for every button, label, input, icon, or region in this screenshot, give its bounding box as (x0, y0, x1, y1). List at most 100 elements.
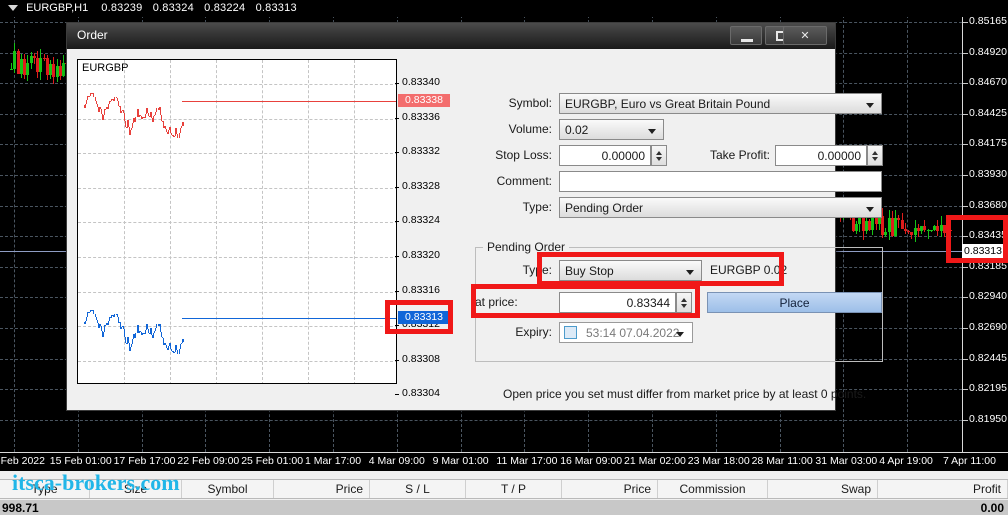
tick-line-segment (120, 327, 122, 329)
expiry-checkbox[interactable] (564, 326, 577, 339)
mini-tick-mark (395, 83, 399, 84)
candle-body (39, 57, 43, 73)
tick-line-segment (132, 338, 134, 344)
mini-grid-line-vertical (354, 60, 355, 383)
column-header[interactable]: Swap (768, 480, 878, 498)
time-axis-tick: 1 Mar 17:00 (305, 455, 362, 467)
axis-tick-mark (963, 328, 968, 329)
candle-wick (898, 215, 900, 228)
tick-line-segment (85, 320, 87, 325)
candle-body (26, 62, 30, 75)
mini-price-tick: 0.83304 (402, 387, 440, 400)
stepper-down-icon[interactable] (872, 157, 878, 161)
chevron-down-icon (866, 103, 874, 108)
chevron-down-icon (648, 129, 656, 134)
column-header[interactable]: Price (274, 480, 370, 498)
current-price-line (182, 317, 396, 319)
mini-grid-line (78, 291, 396, 293)
comment-input[interactable] (559, 171, 882, 192)
column-header[interactable]: Profit (878, 480, 1008, 498)
mini-price-tick: 0.83336 (402, 110, 440, 123)
dialog-title-bar[interactable]: Order ✕ (67, 23, 835, 49)
annotation-box-at-price (471, 284, 700, 318)
mini-price-tick: 0.83328 (402, 179, 440, 192)
column-header[interactable]: T / P (466, 480, 562, 498)
column-header[interactable]: Symbol (182, 480, 274, 498)
time-axis[interactable]: 10 Feb 2022 15 Feb 01:0017 Feb 17:0022 Fe… (0, 452, 1008, 470)
ohlc-close: 0.83313 (255, 2, 297, 14)
mini-grid-line-vertical (308, 60, 309, 383)
minimize-icon (741, 39, 753, 42)
stop-loss-input[interactable]: 0.00000 (559, 145, 651, 166)
tick-line-segment (102, 331, 104, 337)
price-axis-tick: 0.84670 (969, 76, 1007, 89)
tick-line-segment (174, 135, 176, 138)
tick-line-segment (153, 116, 155, 122)
tick-line-segment (168, 346, 169, 350)
expiry-datetime-field[interactable]: 53:14 07.04.2022 (559, 322, 693, 343)
tick-line-segment (151, 328, 153, 335)
tick-line-segment (151, 111, 153, 119)
axis-tick-mark (963, 389, 968, 391)
order-form: Symbol: EURGBP, Euro vs Great Britain Po… (467, 49, 887, 410)
stepper-up-icon[interactable] (872, 151, 878, 155)
order-dialog[interactable]: Order ✕ EURGBP 0.83338 0.83313 0.83340 0.… (66, 22, 883, 411)
order-type-select[interactable]: Pending Order (559, 197, 882, 218)
take-profit-input[interactable]: 0.00000 (775, 145, 867, 166)
mini-tick-chart[interactable]: EURGBP (77, 59, 397, 384)
time-axis-tick: 31 Mar 03:00 (815, 455, 878, 467)
axis-tick-mark (963, 113, 968, 115)
mini-tick-mark (395, 256, 399, 257)
mini-tick-mark (395, 186, 399, 188)
chart-symbol-label: EURGBP,H1 (26, 2, 89, 14)
mini-grid-line-vertical (170, 60, 171, 383)
stop-loss-stepper[interactable] (651, 145, 667, 166)
mini-grid-line-vertical (262, 60, 263, 383)
tick-line-segment (105, 325, 106, 327)
time-axis-tick: 23 Mar 18:00 (687, 455, 750, 467)
column-header[interactable]: Price (562, 480, 658, 498)
price-axis-tick: 0.82690 (969, 321, 1007, 333)
candle-body (10, 69, 13, 71)
tick-line-segment (174, 352, 176, 354)
tick-line-segment (153, 332, 155, 338)
mini-grid-line (78, 153, 396, 155)
tick-line-segment (89, 311, 91, 314)
stepper-down-icon[interactable] (656, 157, 662, 161)
column-header[interactable]: S / L (370, 480, 466, 498)
take-profit-stepper[interactable] (867, 145, 883, 166)
dialog-title: Order (77, 28, 108, 42)
mini-grid-line (78, 326, 396, 328)
metatrader-window: EURGBP,H1 0.83239 0.83324 0.83224 0.8331… (0, 0, 1008, 515)
mini-price-tick: 0.83308 (402, 352, 440, 365)
time-axis-tick: 15 Feb 01:00 (49, 455, 112, 467)
tick-line-segment (135, 116, 137, 122)
chart-menu-arrow-icon[interactable] (8, 4, 18, 11)
tick-line-segment (130, 346, 132, 352)
candle-body (929, 229, 933, 231)
time-axis-tick: 22 Feb 09:00 (177, 455, 240, 467)
price-axis-tick: 0.82445 (969, 351, 1007, 364)
close-button[interactable]: ✕ (783, 26, 827, 45)
time-axis-tick: 11 Mar 17:00 (496, 455, 558, 467)
time-axis-tick: 7 Apr 11:00 (943, 455, 996, 467)
place-button[interactable]: Place (707, 292, 882, 313)
tick-line-segment (155, 328, 157, 332)
terminal-summary-row: 998.71 0.00 (0, 500, 1008, 515)
chevron-down-icon[interactable] (676, 332, 684, 337)
minimize-button[interactable] (730, 26, 762, 45)
stop-loss-label: Stop Loss: (495, 148, 552, 162)
mini-tick-mark (395, 359, 399, 361)
mini-chart-price-axis: 0.83338 0.83313 0.83340 0.83336 0.83332 0.8… (395, 59, 454, 399)
candle-body (62, 62, 65, 77)
tick-line-segment (105, 108, 106, 110)
volume-select[interactable]: 0.02 (559, 119, 664, 140)
time-axis-tick: 9 Mar 01:00 (432, 455, 489, 467)
stepper-up-icon[interactable] (656, 151, 662, 155)
column-header[interactable]: Commission (658, 480, 768, 498)
symbol-select[interactable]: EURGBP, Euro vs Great Britain Pound (559, 93, 882, 114)
tick-line-segment (144, 329, 146, 335)
price-axis-tick: 0.83930 (969, 168, 1007, 180)
axis-tick-mark (963, 358, 968, 360)
tick-line-segment (178, 349, 180, 354)
